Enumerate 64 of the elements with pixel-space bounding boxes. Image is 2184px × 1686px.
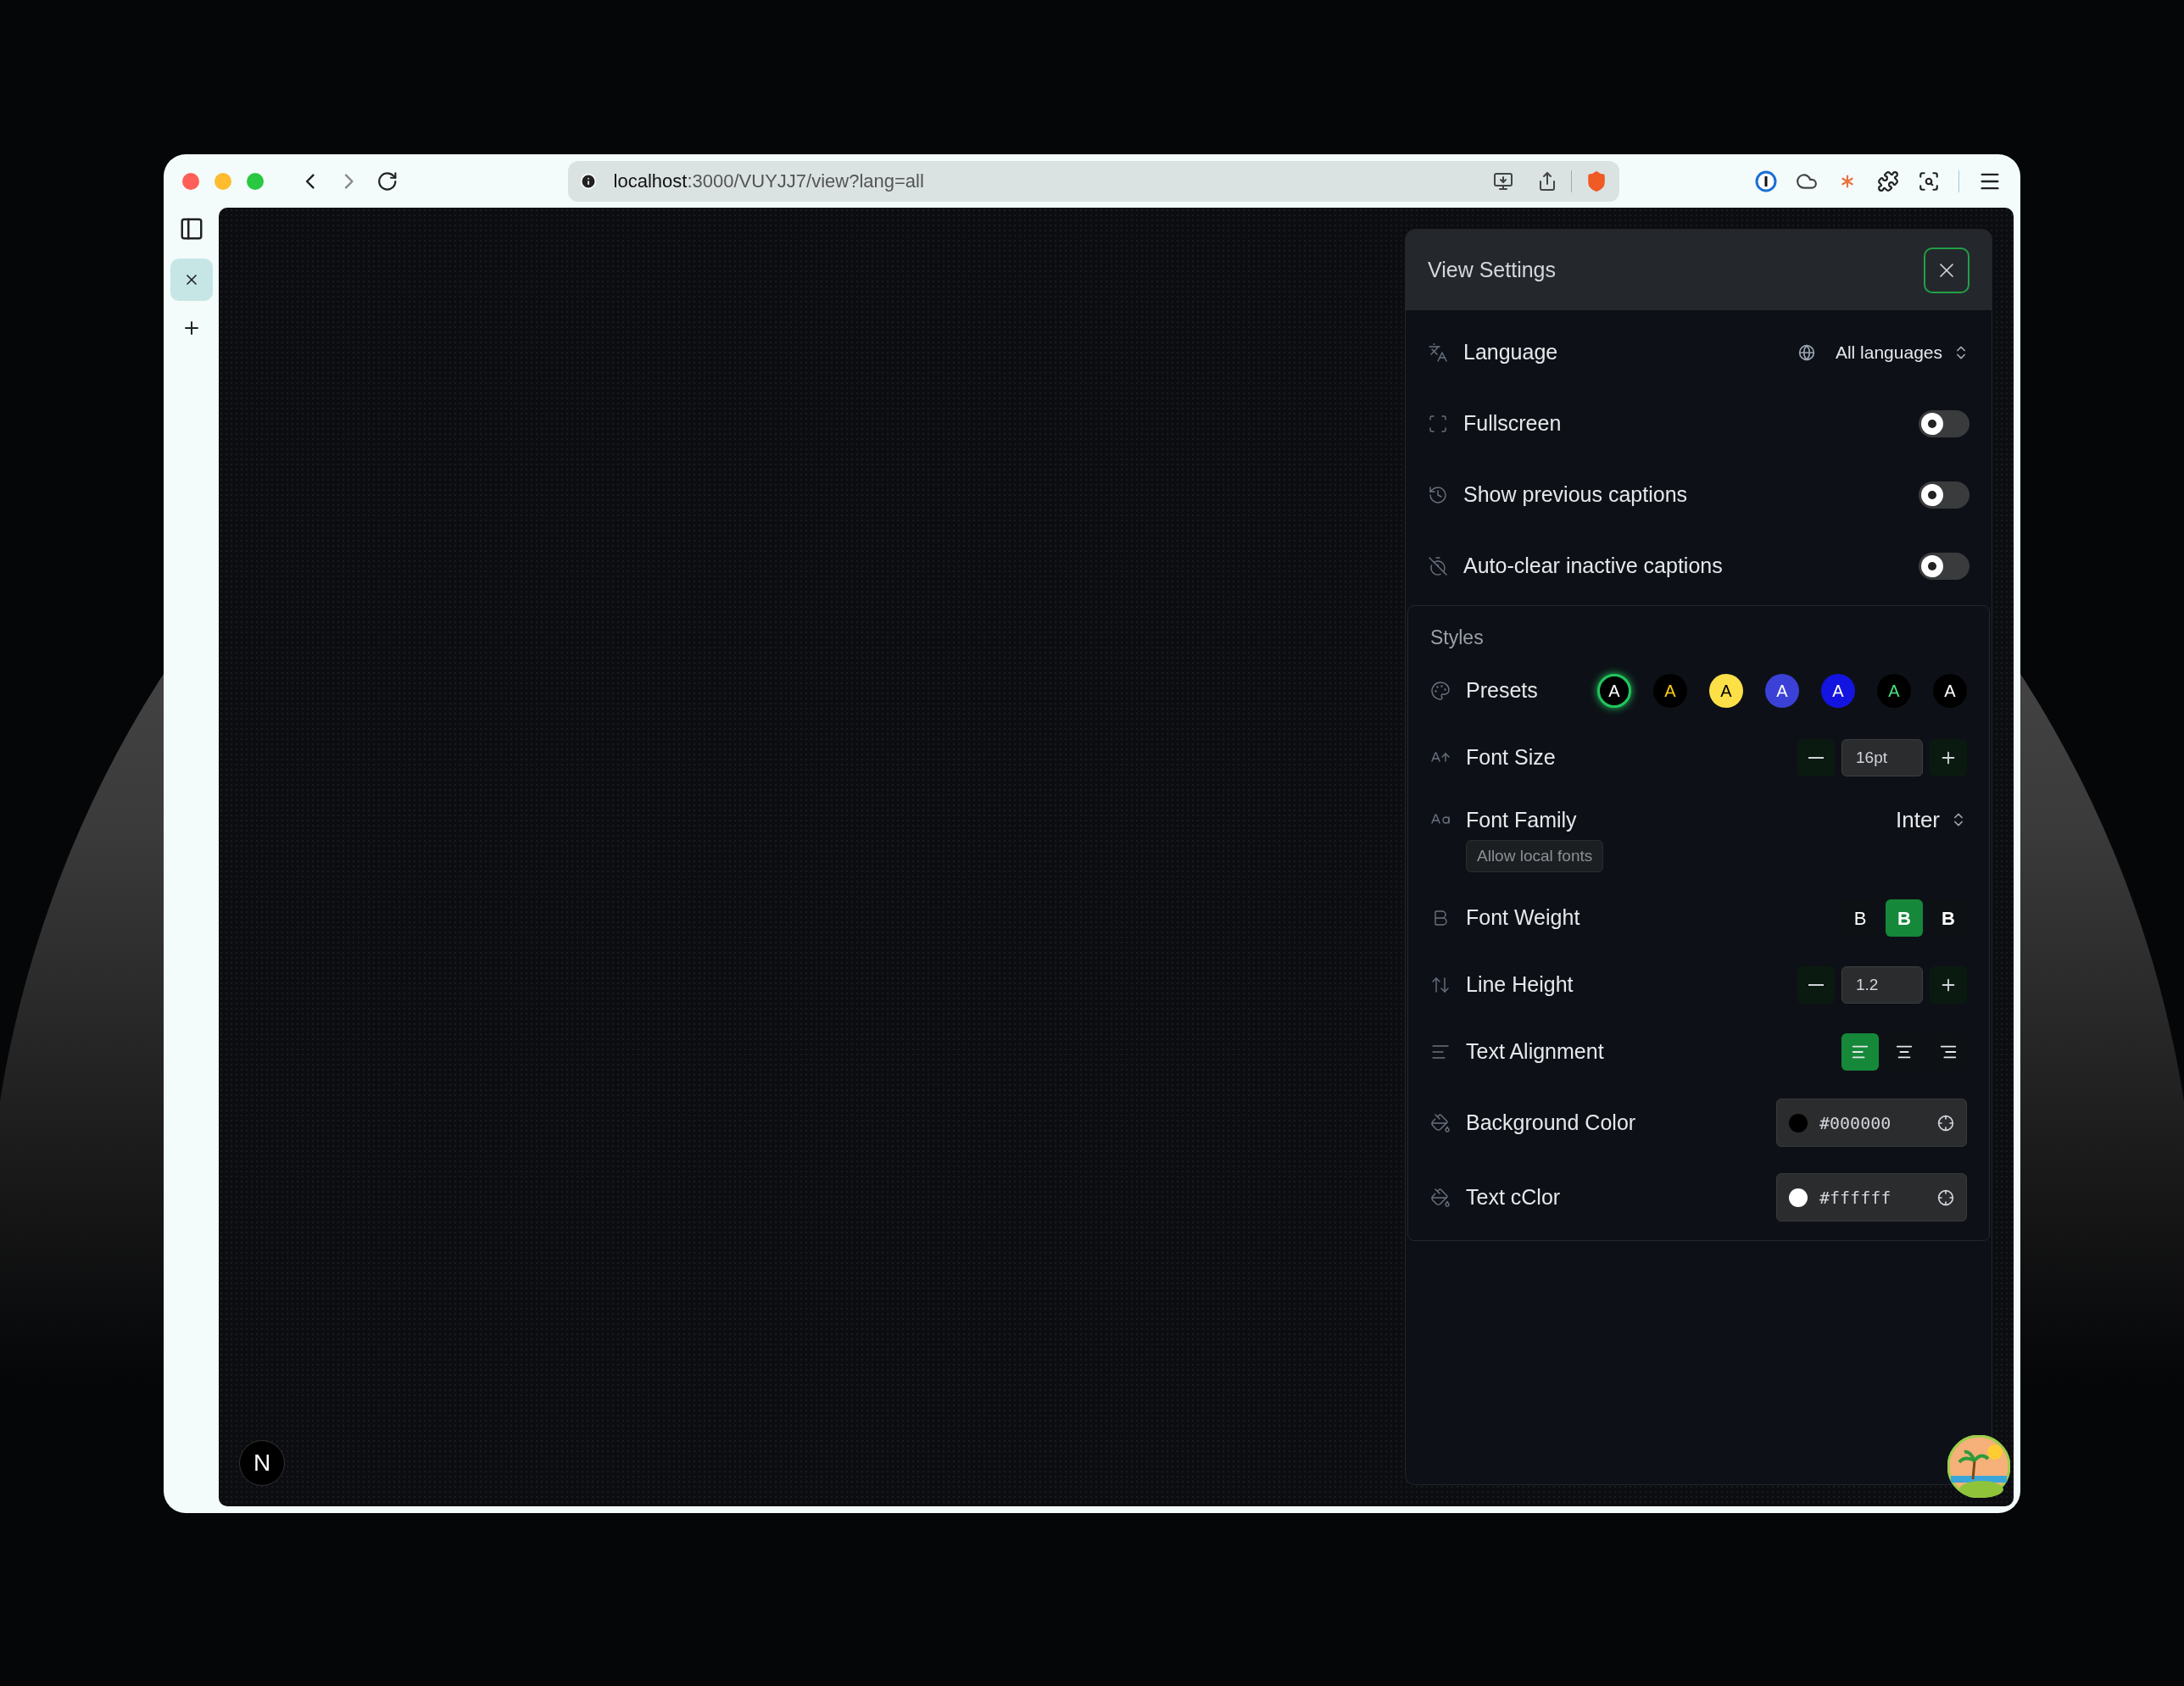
increase-button[interactable]	[1930, 739, 1967, 776]
preset-swatch[interactable]: A	[1597, 674, 1631, 708]
setting-label: Presets	[1466, 678, 1538, 703]
setting-label: Auto-clear inactive captions	[1463, 554, 1723, 578]
preset-swatch[interactable]: A	[1653, 674, 1687, 708]
value-field[interactable]: 16pt	[1841, 739, 1923, 776]
search-icon[interactable]	[1918, 170, 1940, 192]
preset-swatch[interactable]: A	[1821, 674, 1855, 708]
setting-label: Fullscreen	[1463, 411, 1562, 436]
color-field[interactable]: #000000	[1776, 1099, 1967, 1147]
select-dropdown[interactable]: All languages	[1797, 339, 1970, 366]
preset-swatch[interactable]: A	[1765, 674, 1799, 708]
url-text: localhost:3000/VUYJJ7/view?lang=all	[613, 170, 925, 193]
info-icon	[579, 172, 597, 190]
toggle-switch[interactable]	[1919, 410, 1970, 437]
line-height-icon	[1430, 975, 1451, 995]
password-manager-icon[interactable]	[1755, 170, 1777, 192]
color-value: #ffffff	[1819, 1186, 1892, 1210]
tab-button[interactable]	[170, 259, 213, 301]
toggle-switch[interactable]	[1919, 553, 1970, 580]
setting-label: Background Color	[1466, 1110, 1636, 1134]
address-bar[interactable]: localhost:3000/VUYJJ7/view?lang=all	[567, 160, 1619, 202]
panel-title: View Settings	[1428, 256, 1556, 283]
globe-icon	[1797, 344, 1815, 361]
select-dropdown[interactable]: Inter	[1895, 803, 1967, 837]
preset-swatch[interactable]: A	[1877, 674, 1911, 708]
setting-label: Language	[1463, 340, 1558, 364]
palette-icon	[1430, 681, 1451, 701]
weight-option[interactable]: B	[1886, 899, 1923, 937]
fullscreen-icon	[1428, 414, 1448, 434]
crosshair-icon	[1937, 1114, 1954, 1132]
setting-label: Font Size	[1466, 745, 1556, 770]
beach-avatar-icon[interactable]	[1947, 1435, 2010, 1498]
paint-bucket-icon	[1430, 1187, 1451, 1208]
setting-label: Text Alignment	[1466, 1039, 1604, 1064]
setting-label: Text cClor	[1466, 1184, 1561, 1209]
minus-icon	[1808, 757, 1824, 759]
setting-label: Line Height	[1466, 972, 1574, 997]
history-icon	[1428, 485, 1448, 505]
close-button[interactable]	[1924, 247, 1970, 293]
reload-icon[interactable]	[376, 170, 398, 192]
allow-local-fonts-button[interactable]: Allow local fonts	[1466, 839, 1604, 873]
preset-swatch[interactable]: A	[1709, 674, 1743, 708]
color-field[interactable]: #ffffff	[1776, 1173, 1967, 1221]
section-heading: Styles	[1430, 626, 1484, 648]
paint-bucket-icon	[1430, 1112, 1451, 1133]
translate-icon	[1428, 342, 1448, 363]
share-icon[interactable]	[1537, 170, 1557, 192]
setting-label: Show previous captions	[1463, 482, 1688, 507]
increase-button[interactable]	[1930, 966, 1967, 1004]
setting-label: Font Weight	[1466, 905, 1580, 930]
minus-icon	[1808, 984, 1824, 986]
timer-off-icon	[1428, 556, 1448, 576]
toggle-switch[interactable]	[1919, 481, 1970, 509]
logo-badge[interactable]: N	[239, 1440, 285, 1486]
crosshair-icon	[1937, 1188, 1954, 1206]
install-app-icon[interactable]	[1493, 170, 1513, 192]
close-window-button[interactable]	[182, 172, 199, 190]
value-field[interactable]: 1.2	[1841, 966, 1923, 1004]
shield-icon[interactable]	[1585, 170, 1607, 192]
color-value: #000000	[1819, 1111, 1892, 1135]
setting-label: Font Family	[1466, 807, 1577, 832]
preset-swatch[interactable]: A	[1933, 674, 1967, 708]
extensions-icon[interactable]	[1877, 170, 1899, 192]
